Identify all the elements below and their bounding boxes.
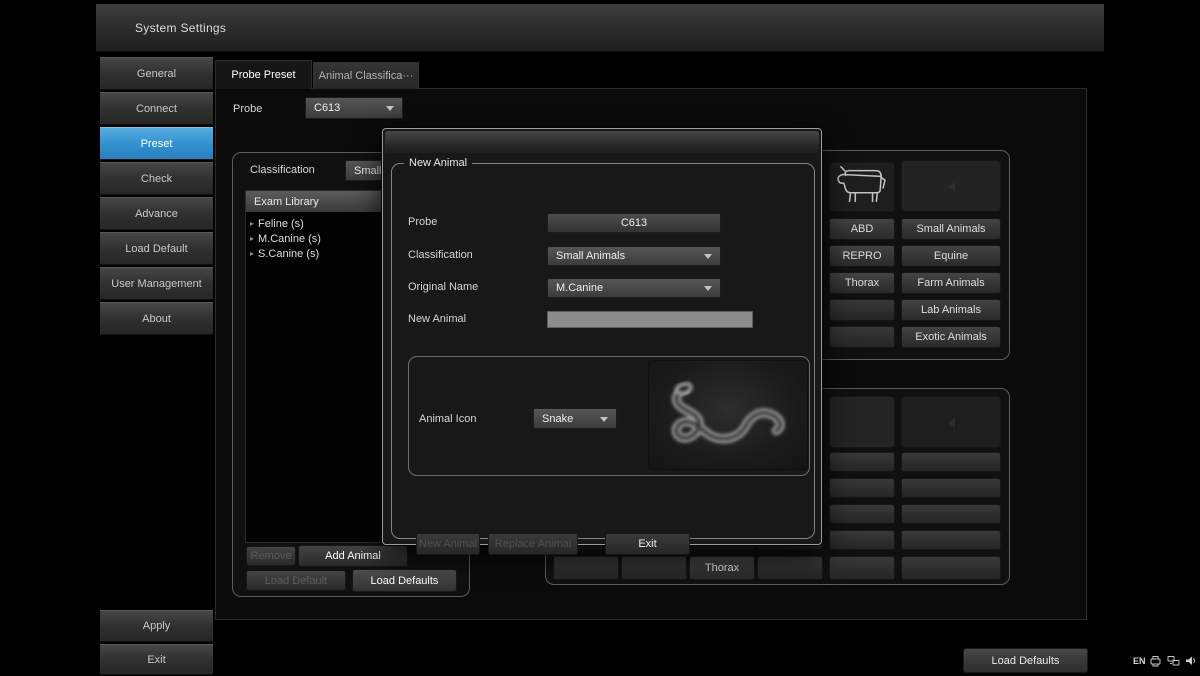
animal-icon-section: Animal Icon Snake — [408, 356, 810, 476]
exam-button[interactable] — [621, 556, 687, 580]
cow-image-tile — [829, 162, 895, 212]
sidebar-item-check[interactable]: Check — [100, 162, 213, 195]
thorax-exam-button[interactable]: Thorax — [689, 556, 755, 580]
system-settings-screen: System Settings General Connect Preset C… — [0, 0, 1200, 676]
modal-original-name-label: Original Name — [408, 281, 478, 293]
dialog-legend: New Animal — [404, 157, 472, 169]
network-icon — [1167, 655, 1180, 667]
new-animal-dialog: New Animal Probe C613 Classification Sma… — [382, 128, 822, 545]
exam-button[interactable] — [901, 530, 1001, 550]
tab-animal-classification[interactable]: Animal Classifica··· — [313, 62, 419, 89]
speaker-icon — [1184, 655, 1197, 667]
title-bar: System Settings — [96, 4, 1104, 52]
exam-button[interactable] — [901, 452, 1001, 472]
farm-animals-button[interactable]: Farm Animals — [901, 272, 1001, 294]
page-title: System Settings — [135, 21, 226, 35]
modal-probe-value: C613 — [547, 213, 721, 233]
exit-button[interactable]: Exit — [100, 644, 213, 675]
new-animal-button[interactable]: New Animal — [416, 533, 480, 555]
chevron-down-icon — [704, 286, 712, 291]
sidebar-item-load-default[interactable]: Load Default — [100, 232, 213, 265]
exam-button[interactable] — [553, 556, 619, 580]
add-animal-button[interactable]: Add Animal — [298, 545, 408, 567]
sidebar-item-connect[interactable]: Connect — [100, 92, 213, 125]
load-defaults-button-panel[interactable]: Load Defaults — [352, 569, 457, 592]
sidebar-item-general[interactable]: General — [100, 57, 213, 90]
exam-button[interactable] — [829, 530, 895, 550]
abd-button[interactable]: ABD — [829, 218, 895, 240]
animal-button[interactable] — [829, 299, 895, 321]
replace-animal-button[interactable]: Replace Animal — [488, 533, 578, 555]
lab-animals-button[interactable]: Lab Animals — [901, 299, 1001, 321]
arrow-left-icon — [948, 182, 955, 192]
animal-button[interactable] — [829, 326, 895, 348]
load-default-button[interactable]: Load Default — [246, 570, 346, 591]
new-animal-name-input[interactable] — [547, 311, 753, 328]
exam-button[interactable] — [829, 478, 895, 498]
language-indicator: EN — [1133, 656, 1146, 666]
exam-image-tile — [829, 396, 895, 448]
arrow-left-icon — [948, 418, 955, 428]
sidebar-item-advance[interactable]: Advance — [100, 197, 213, 230]
thorax-button[interactable]: Thorax — [829, 272, 895, 294]
exam-button[interactable] — [901, 556, 1001, 580]
exam-image-tile — [901, 396, 1001, 448]
probe-label: Probe — [233, 103, 262, 115]
chevron-down-icon — [704, 254, 712, 259]
tree-arrow-icon: ▸ — [246, 219, 258, 228]
exotic-animals-button[interactable]: Exotic Animals — [901, 326, 1001, 348]
modal-classification-label: Classification — [408, 249, 473, 261]
modal-classification-select[interactable]: Small Animals — [547, 246, 721, 266]
exam-button[interactable] — [901, 504, 1001, 524]
animal-icon-label: Animal Icon — [419, 413, 476, 425]
exam-button[interactable] — [901, 478, 1001, 498]
snake-icon — [649, 361, 807, 469]
exam-button[interactable] — [829, 452, 895, 472]
sidebar-item-about[interactable]: About — [100, 302, 213, 335]
exam-button[interactable] — [829, 556, 895, 580]
animal-icon-preview — [648, 360, 808, 470]
dialog-exit-button[interactable]: Exit — [605, 533, 690, 555]
sidebar-item-preset[interactable]: Preset — [100, 127, 213, 160]
probe-select[interactable]: C613 — [305, 97, 403, 119]
cow-icon — [830, 163, 894, 209]
small-animals-button[interactable]: Small Animals — [901, 218, 1001, 240]
chevron-down-icon — [386, 106, 394, 111]
sidebar-item-user-management[interactable]: User Management — [100, 267, 213, 300]
exam-button[interactable] — [829, 504, 895, 524]
printer-icon — [1150, 655, 1163, 667]
modal-probe-label: Probe — [408, 216, 437, 228]
new-animal-fieldset: New Animal Probe C613 Classification Sma… — [391, 157, 815, 539]
exam-button[interactable] — [757, 556, 823, 580]
tree-arrow-icon: ▸ — [246, 234, 258, 243]
apply-button[interactable]: Apply — [100, 610, 213, 642]
modal-original-name-select[interactable]: M.Canine — [547, 278, 721, 298]
tab-probe-preset[interactable]: Probe Preset — [215, 60, 312, 89]
classification-label: Classification — [250, 164, 315, 176]
animal-icon-select[interactable]: Snake — [533, 408, 617, 429]
chevron-down-icon — [600, 417, 608, 422]
status-tray: EN — [1133, 655, 1197, 667]
equine-button[interactable]: Equine — [901, 245, 1001, 267]
load-defaults-button-footer[interactable]: Load Defaults — [963, 648, 1088, 673]
animal-image-tile — [901, 160, 1001, 212]
repro-button[interactable]: REPRO — [829, 245, 895, 267]
tree-arrow-icon: ▸ — [246, 249, 258, 258]
dialog-title-bar — [385, 131, 819, 153]
modal-new-animal-label: New Animal — [408, 313, 466, 325]
remove-button[interactable]: Remove — [246, 546, 296, 566]
